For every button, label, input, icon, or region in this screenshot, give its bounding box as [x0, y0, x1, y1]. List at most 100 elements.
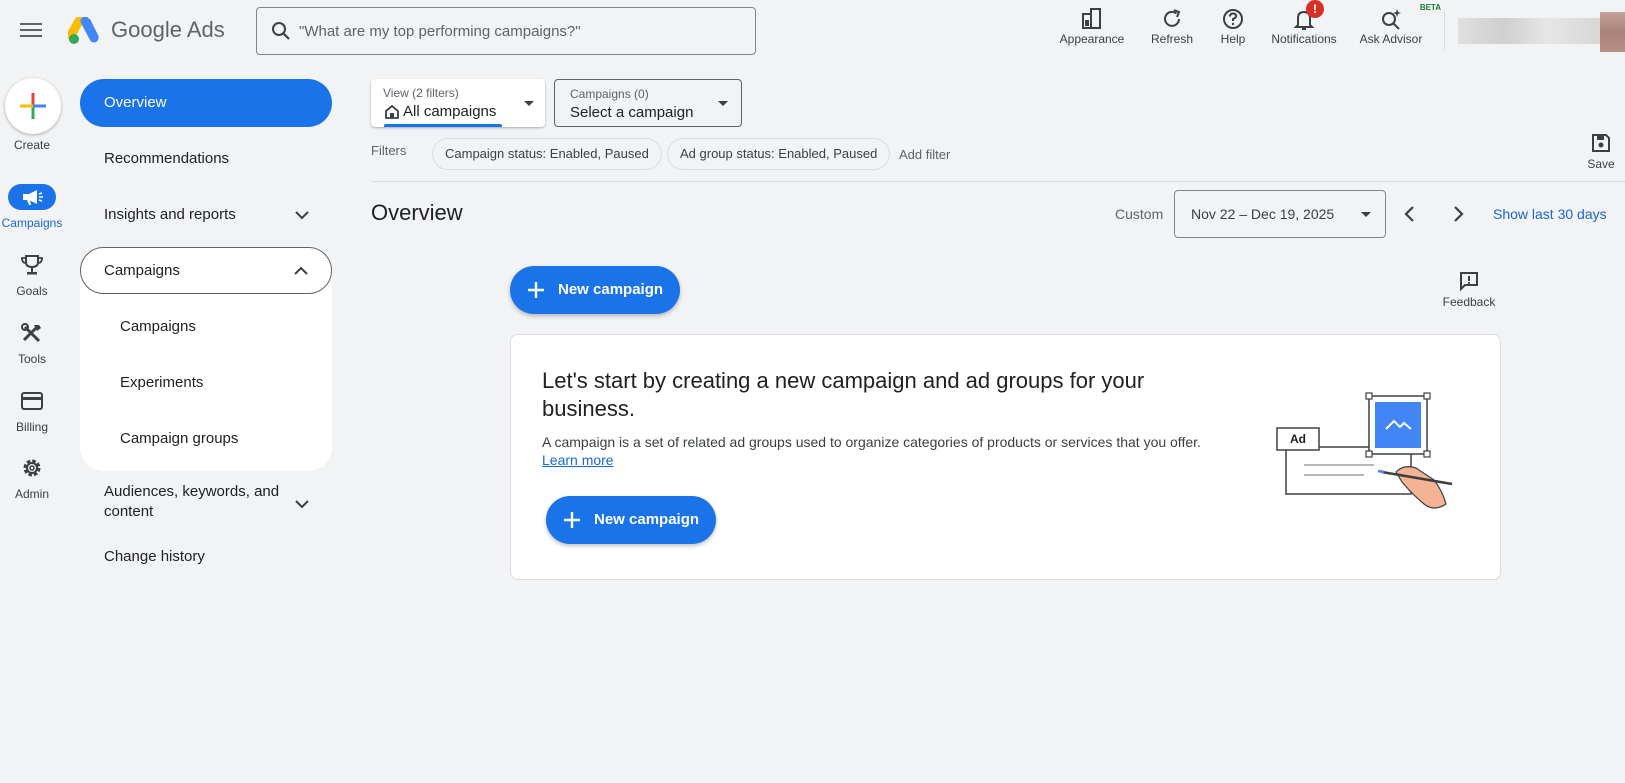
help-button[interactable]: Help — [1213, 6, 1253, 56]
save-icon — [1592, 134, 1610, 152]
nav-audiences-keywords-content[interactable]: Audiences, keywords, and content — [80, 482, 332, 526]
chevron-down-icon — [1361, 212, 1371, 217]
rail-tools-label: Tools — [17, 352, 46, 366]
save-label: Save — [1587, 157, 1615, 171]
search-input[interactable] — [299, 8, 739, 54]
refresh-label: Refresh — [1150, 32, 1194, 46]
date-range-picker[interactable]: Nov 22 – Dec 19, 2025 — [1174, 190, 1386, 238]
search-bar[interactable] — [256, 7, 756, 55]
account-avatar[interactable] — [1458, 12, 1625, 52]
chevron-right-icon[interactable] — [1445, 201, 1471, 227]
gear-icon — [23, 459, 41, 477]
rail-campaigns-label: Campaigns — [1, 216, 63, 230]
search-icon — [272, 22, 290, 40]
notifications-label: Notifications — [1271, 32, 1337, 46]
view-selected-value: All campaigns — [403, 103, 497, 120]
add-filter-button[interactable]: Add filter — [899, 147, 950, 162]
campaign-selector[interactable]: Campaigns (0) Select a campaign — [554, 79, 742, 127]
nav-sub-experiments[interactable]: Experiments — [120, 374, 203, 391]
nav-insights-reports[interactable]: Insights and reports — [80, 200, 332, 230]
brand-title: Google Ads — [111, 17, 225, 42]
plus-icon — [528, 282, 544, 298]
rail-billing-label: Billing — [15, 420, 48, 434]
rail-campaigns[interactable]: Campaigns — [0, 184, 64, 230]
nav-recommendations[interactable]: Recommendations — [80, 150, 332, 167]
empty-state-title: Let's start by creating a new campaign a… — [542, 368, 1145, 421]
header-divider — [1444, 10, 1445, 50]
megaphone-icon — [23, 190, 43, 205]
filter-chip-ad-group-status[interactable]: Ad group status: Enabled, Paused — [667, 138, 891, 170]
show-last-30-days-link[interactable]: Show last 30 days — [1493, 206, 1607, 222]
nav-overview[interactable]: Overview — [80, 79, 332, 127]
card-new-campaign-label: New campaign — [594, 511, 700, 528]
rail-admin-pill — [8, 455, 56, 481]
view-selector[interactable]: View (2 filters) All campaigns — [371, 79, 545, 127]
card-new-campaign-button[interactable]: New campaign — [546, 496, 716, 544]
plus-icon — [20, 93, 46, 119]
rail-goals-pill — [8, 252, 56, 278]
notification-badge: ! — [1306, 0, 1324, 18]
appearance-label: Appearance — [1059, 32, 1125, 46]
nav-sub-campaign-groups[interactable]: Campaign groups — [120, 430, 238, 447]
ask-advisor-button[interactable]: BETA Ask Advisor — [1355, 3, 1441, 56]
ad-illustration-label: Ad — [1290, 432, 1306, 446]
credit-card-icon — [21, 392, 43, 410]
campaign-count: Campaigns (0) — [570, 87, 649, 101]
empty-state-card: Let's start by creating a new campaign a… — [510, 334, 1501, 580]
chevron-down-icon — [524, 101, 534, 106]
ask-advisor-label: Ask Advisor — [1359, 32, 1423, 46]
rail-admin-label: Admin — [14, 487, 49, 501]
new-campaign-label: New campaign — [558, 281, 664, 298]
feedback-icon — [1460, 272, 1478, 292]
help-icon — [1223, 9, 1243, 29]
rail-billing-pill — [8, 388, 56, 414]
ad-illustration — [1276, 392, 1453, 509]
home-icon — [385, 104, 399, 119]
nav-campaigns-header[interactable]: Campaigns — [80, 247, 332, 294]
notifications-button[interactable]: ! Notifications — [1264, 0, 1344, 56]
appearance-icon — [1082, 8, 1101, 29]
create-button[interactable] — [5, 78, 61, 134]
nav-campaigns-label: Campaigns — [104, 262, 180, 279]
learn-more-link[interactable]: Learn more — [542, 452, 614, 468]
rail-goals-label: Goals — [16, 284, 48, 298]
top-app-bar: Google Ads Appearance Refresh Help ! Not… — [0, 0, 1625, 62]
campaign-selected-value: Select a campaign — [570, 104, 694, 121]
chevron-down-icon — [718, 101, 728, 106]
feedback-button[interactable]: Feedback — [1434, 270, 1504, 309]
rail-tools-pill — [8, 320, 56, 346]
advisor-sparkle-icon — [1382, 9, 1401, 30]
rail-admin[interactable]: Admin — [0, 455, 64, 501]
rail-goals[interactable]: Goals — [0, 252, 64, 298]
nav-sub-campaigns[interactable]: Campaigns — [120, 318, 196, 335]
chevron-left-icon[interactable] — [1397, 201, 1423, 227]
rail-tools[interactable]: Tools — [0, 320, 64, 366]
chevron-down-icon — [295, 211, 309, 220]
empty-state-description: A campaign is a set of related ad groups… — [542, 434, 1201, 450]
nav-change-history[interactable]: Change history — [80, 548, 332, 565]
view-selected-indicator — [384, 124, 502, 127]
date-range-value: Nov 22 – Dec 19, 2025 — [1191, 206, 1335, 222]
help-label: Help — [1220, 32, 1246, 46]
date-range-type-label: Custom — [1115, 206, 1164, 222]
new-campaign-button[interactable]: New campaign — [510, 266, 680, 314]
toolbar-divider — [371, 181, 1625, 182]
rail-campaigns-pill — [8, 184, 56, 210]
menu-icon[interactable] — [20, 19, 42, 41]
appearance-button[interactable]: Appearance — [1054, 6, 1130, 56]
chevron-down-icon — [295, 500, 309, 509]
tools-icon — [21, 323, 41, 343]
create-label: Create — [13, 138, 51, 152]
feedback-label: Feedback — [1442, 295, 1496, 309]
refresh-icon — [1164, 9, 1181, 27]
filter-chip-campaign-status[interactable]: Campaign status: Enabled, Paused — [432, 138, 662, 170]
google-ads-logo — [68, 17, 99, 44]
filters-label: Filters — [371, 143, 407, 158]
plus-icon — [564, 512, 580, 528]
trophy-icon — [21, 255, 43, 275]
save-button[interactable]: Save — [1578, 132, 1624, 171]
beta-badge: BETA — [1419, 3, 1441, 12]
nav-campaigns-group: Campaigns Campaigns Experiments Campaign… — [80, 247, 332, 471]
refresh-button[interactable]: Refresh — [1144, 6, 1200, 56]
rail-billing[interactable]: Billing — [0, 388, 64, 434]
